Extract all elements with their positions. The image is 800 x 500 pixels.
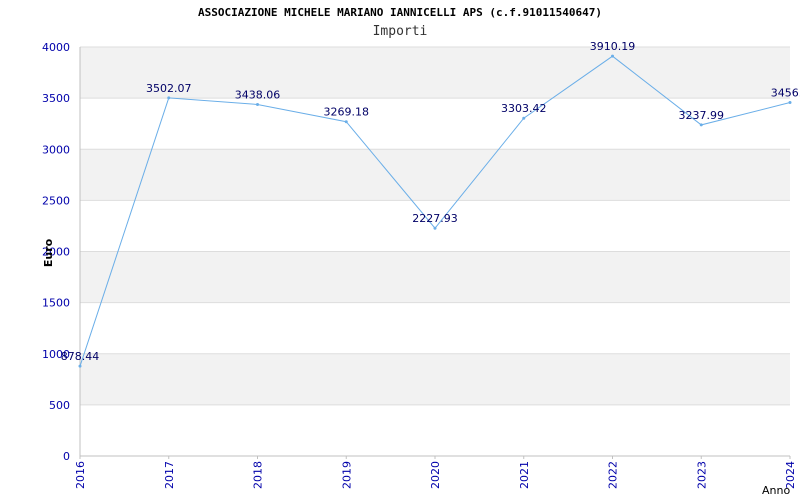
x-axis-label: Anno bbox=[762, 484, 790, 497]
series-line bbox=[79, 55, 791, 367]
chart: ASSOCIAZIONE MICHELE MARIANO IANNICELLI … bbox=[0, 0, 800, 500]
x-tick-label: 2022 bbox=[607, 461, 620, 489]
data-label: 3910.19 bbox=[590, 40, 636, 53]
grid-band bbox=[80, 251, 790, 303]
data-label: 3303.42 bbox=[501, 102, 547, 115]
y-tick-label: 500 bbox=[49, 399, 70, 412]
data-point bbox=[167, 96, 171, 100]
data-point bbox=[611, 54, 614, 58]
y-axis-label: Euro bbox=[42, 238, 55, 267]
data-label: 3502.07 bbox=[146, 82, 192, 95]
y-tick-label: 4000 bbox=[42, 41, 70, 54]
x-tick-label: 2023 bbox=[695, 461, 708, 489]
data-point bbox=[344, 120, 348, 124]
x-tick-label: 2020 bbox=[429, 461, 442, 489]
grid-band bbox=[80, 149, 790, 201]
data-label: 3237.99 bbox=[679, 109, 725, 122]
data-point bbox=[522, 116, 526, 120]
data-point bbox=[699, 123, 703, 127]
data-label: 3438.06 bbox=[235, 88, 281, 101]
y-tick-label: 3500 bbox=[42, 92, 70, 105]
y-tick-label: 2500 bbox=[42, 194, 70, 207]
data-label: 878.44 bbox=[61, 350, 100, 363]
data-label: 3456.9 bbox=[771, 87, 800, 100]
x-tick-label: 2018 bbox=[252, 461, 265, 489]
y-tick-label: 3000 bbox=[42, 143, 70, 156]
y-tick-label: 1500 bbox=[42, 297, 70, 310]
data-label: 2227.93 bbox=[412, 212, 458, 225]
data-label: 3269.18 bbox=[324, 106, 370, 119]
x-tick-label: 2019 bbox=[340, 461, 353, 489]
grid-band bbox=[80, 353, 790, 405]
x-tick-label: 2016 bbox=[74, 461, 87, 489]
x-tick-label: 2021 bbox=[518, 461, 531, 489]
x-tick-label: 2017 bbox=[163, 461, 176, 489]
plot-area: 050010001500200025003000350040002016 2017… bbox=[42, 40, 800, 497]
data-point bbox=[433, 226, 437, 230]
y-tick-label: 0 bbox=[63, 450, 70, 463]
data-point bbox=[788, 101, 792, 105]
data-point bbox=[256, 102, 259, 106]
data-point bbox=[78, 364, 82, 368]
